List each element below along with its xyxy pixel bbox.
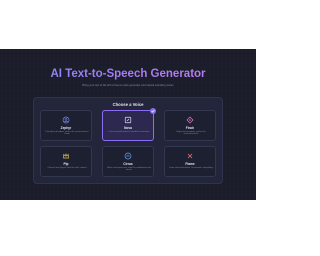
voice-description: Calm and professional, suitable for narr… xyxy=(108,130,150,133)
voice-card-zephyr[interactable]: Zephyr Friendly and upbeat, perfect for … xyxy=(40,110,92,141)
panel-title: Choose a Voice xyxy=(112,102,144,107)
voice-card-flame[interactable]: Flame Deep and authoritative, for dramat… xyxy=(164,146,216,177)
page-subtitle: Bring your text to life with a free-to-v… xyxy=(82,84,174,87)
voice-name: Zephyr xyxy=(60,126,72,130)
voice-description: Cheerful and playful, ideal for kids' co… xyxy=(47,166,87,169)
selected-check-icon xyxy=(150,108,156,114)
voice-name: Flame xyxy=(185,162,195,166)
voice-name: Pip xyxy=(63,162,69,166)
voice-description: Warm and expressive, ideal for audiobook… xyxy=(107,166,151,172)
voice-name: Nova xyxy=(124,126,132,130)
voice-card-pip[interactable]: Pip Cheerful and playful, ideal for kids… xyxy=(40,146,92,177)
voice-card-finch[interactable]: Finch Bright and energetic, perfect for … xyxy=(164,110,216,141)
voice-name: Finch xyxy=(185,126,195,130)
cloud-circle-icon xyxy=(124,152,132,160)
user-circle-icon xyxy=(62,116,70,124)
voice-description: Deep and authoritative, for dramatic sto… xyxy=(169,166,213,169)
page: AI Text-to-Speech Generator Bring your t… xyxy=(0,0,256,256)
voice-selection-panel: Choose a Voice Zephyr Friendly and upbea… xyxy=(33,97,223,184)
diamond-icon xyxy=(186,116,194,124)
crown-icon xyxy=(62,152,70,160)
voice-description: Friendly and upbeat, perfect for convers… xyxy=(45,130,89,136)
page-title: AI Text-to-Speech Generator xyxy=(0,67,256,81)
voice-card-nova[interactable]: Nova Calm and professional, suitable for… xyxy=(102,108,156,141)
voice-name: Cirrus xyxy=(123,162,133,166)
square-pen-icon xyxy=(124,116,132,124)
voice-card-cirrus[interactable]: Cirrus Warm and expressive, ideal for au… xyxy=(102,146,154,177)
x-mark-icon xyxy=(186,152,194,160)
voice-description: Bright and energetic, perfect for announ… xyxy=(176,130,206,136)
app-screen: AI Text-to-Speech Generator Bring your t… xyxy=(0,49,256,200)
